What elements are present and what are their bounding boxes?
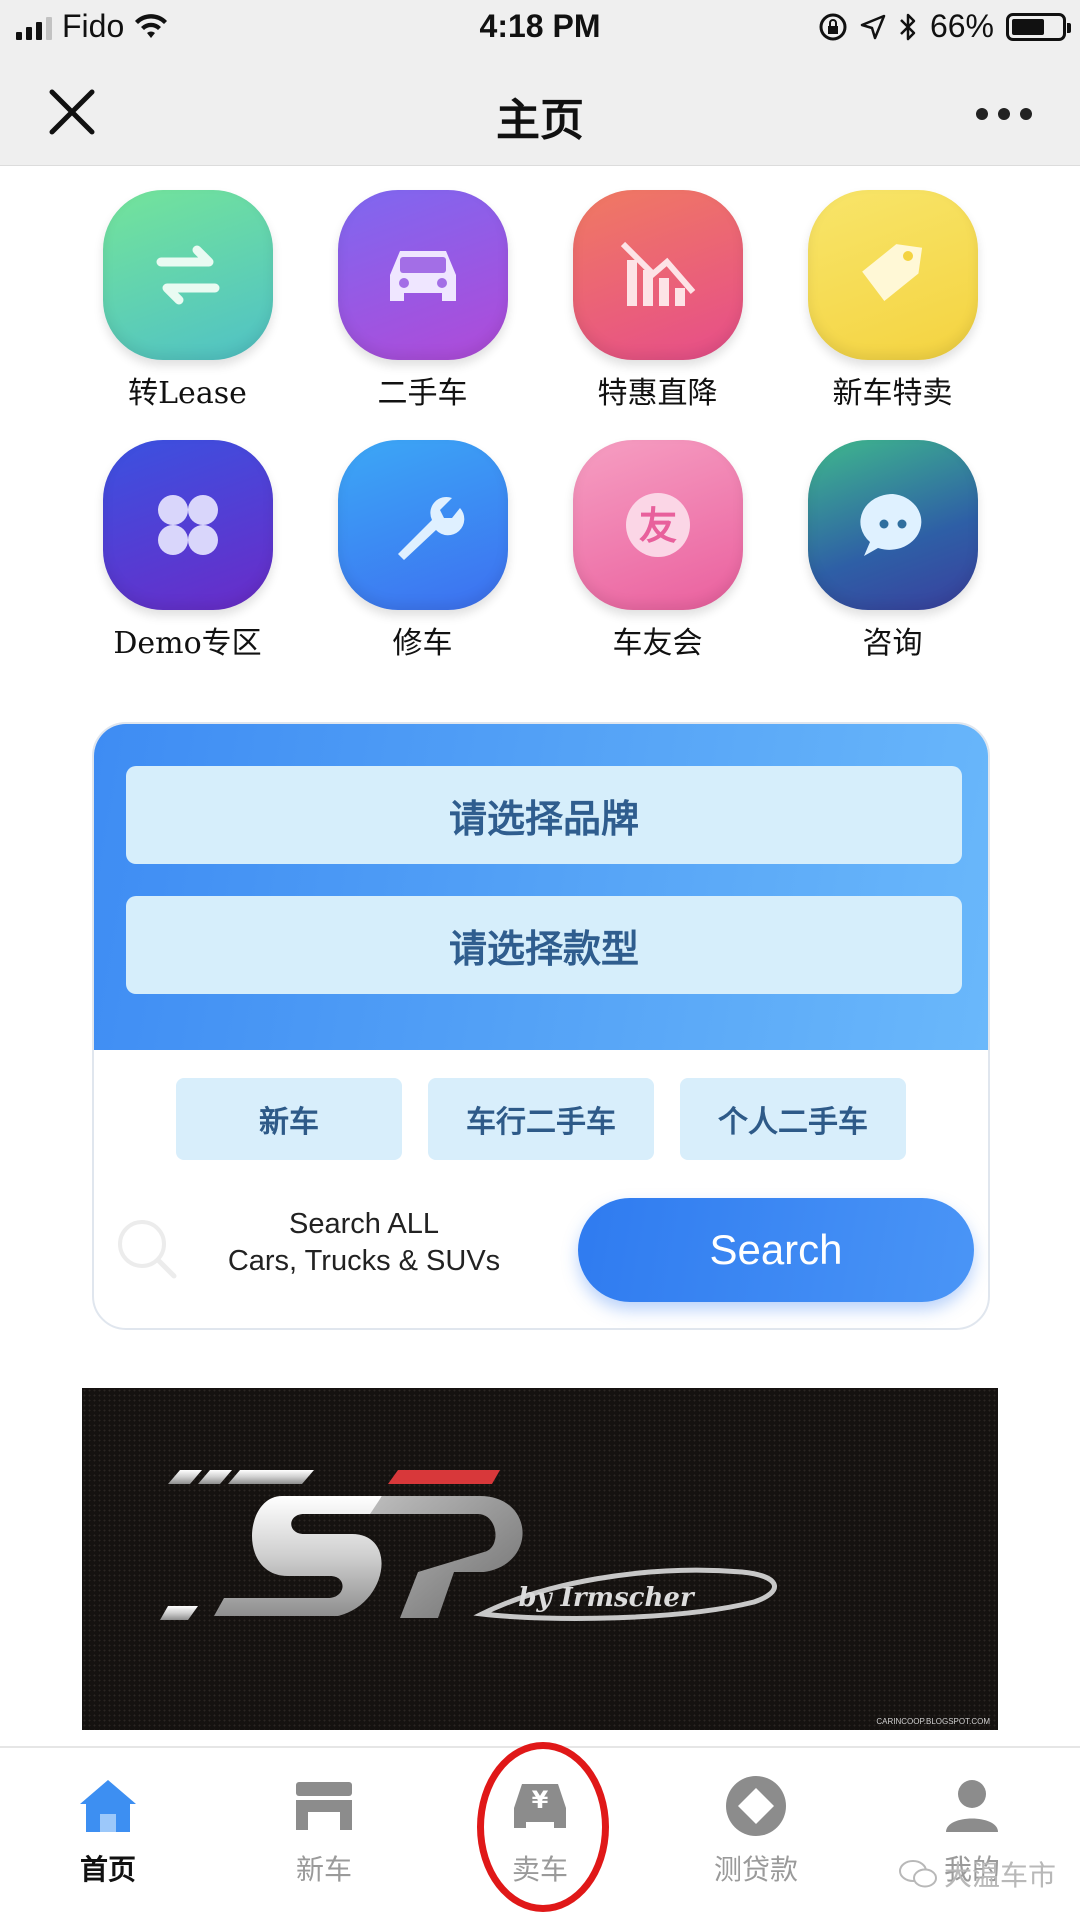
close-icon[interactable] [44,84,100,140]
tile-consult[interactable]: 咨询 [793,440,993,690]
tab-sell-car[interactable]: ¥ 卖车 [432,1748,648,1920]
search-icon [118,1220,177,1279]
tag-icon [807,190,978,360]
signal-icon [16,14,52,40]
banner-credit: CARINCOOP.BLOGSPOT.COM [876,1717,990,1726]
rotation-lock-icon [819,13,847,40]
tile-label: 转Lease [128,376,247,411]
banner-brand-text: by Irmscher [518,1583,696,1613]
location-icon [860,14,886,39]
tile-repair[interactable]: 修车 [323,440,523,690]
tab-label: 卖车 [511,1854,568,1885]
tile-label: 车友会 [612,626,703,661]
battery-icon [1006,12,1071,41]
tile-label: 修车 [392,626,453,661]
status-bar: Fido 4:18 PM 66% [0,0,1080,54]
promo-banner[interactable]: by Irmscher CARINCOOP.BLOGSPOT.COM [82,1388,998,1730]
battery-percent: 66% [929,8,994,44]
swap-arrows-icon [102,190,273,360]
four-leaf-icon [102,440,273,610]
car-type-chips: 新车 车行二手车 个人二手车 [94,1078,988,1160]
search-hint: Search ALL Cars, Trucks & SUVs [194,1206,534,1280]
svg-text:¥: ¥ [532,1786,549,1814]
more-options-icon[interactable] [976,98,1032,130]
chip-private-used-car[interactable]: 个人二手车 [680,1078,906,1160]
search-row: Search ALL Cars, Trucks & SUVs Search [94,1194,988,1304]
search-button[interactable]: Search [578,1198,974,1302]
sr-logo-image: by Irmscher [160,1470,777,1621]
sell-car-icon: ¥ [514,1784,566,1828]
tab-home[interactable]: 首页 [0,1748,216,1920]
chip-new-car[interactable]: 新车 [176,1078,402,1160]
category-grid: 转Lease 二手车 特惠直降 新车特卖 Demo专区 修车 友 车友会 咨询 [0,190,1080,690]
store-icon [296,1782,352,1830]
tile-car-club[interactable]: 友 车友会 [558,440,758,690]
tile-label: Demo专区 [113,626,262,661]
tile-label: 咨询 [862,626,923,661]
search-card-header: 请选择品牌 请选择款型 [94,724,988,1050]
wifi-icon [135,13,168,38]
nav-bar: 主页 [0,54,1080,166]
category-row-2: Demo专区 修车 友 车友会 咨询 [0,440,1080,690]
search-hint-line2: Cars, Trucks & SUVs [227,1245,501,1277]
tile-special-discount[interactable]: 特惠直降 [558,190,758,440]
brand-select[interactable]: 请选择品牌 [126,766,962,864]
bottom-tab-bar: 首页 新车 ¥ 卖车 测贷款 我的 [0,1746,1080,1920]
chip-dealer-used-car[interactable]: 车行二手车 [428,1078,654,1160]
chart-down-icon [572,190,743,360]
tab-label: 首页 [79,1854,136,1885]
category-row-1: 转Lease 二手车 特惠直降 新车特卖 [0,190,1080,440]
svg-text:友: 友 [638,504,676,548]
user-icon [946,1780,998,1832]
tile-label: 二手车 [377,376,468,411]
tab-label: 新车 [295,1854,352,1885]
wrench-icon [337,440,508,610]
chat-bubble-icon [807,440,978,610]
tab-profile[interactable]: 我的 [864,1748,1080,1920]
tab-label: 我的 [943,1854,1000,1885]
diamond-icon [726,1776,786,1836]
bluetooth-icon [900,13,916,40]
tile-lease-transfer[interactable]: 转Lease [88,190,288,440]
car-icon [337,190,508,360]
home-icon [80,1780,136,1832]
search-hint-line1: Search ALL [289,1208,439,1240]
carrier-label: Fido [62,8,125,44]
tab-new-car[interactable]: 新车 [216,1748,432,1920]
friend-icon: 友 [572,440,743,610]
tile-used-car[interactable]: 二手车 [323,190,523,440]
model-select[interactable]: 请选择款型 [126,896,962,994]
tile-label: 特惠直降 [597,376,718,411]
tab-label: 测贷款 [713,1854,798,1885]
tile-label: 新车特卖 [832,376,953,411]
page-title: 主页 [496,96,584,145]
tab-loan-calc[interactable]: 测贷款 [648,1748,864,1920]
tile-demo-zone[interactable]: Demo专区 [88,440,288,690]
tile-new-car-sale[interactable]: 新车特卖 [793,190,993,440]
search-card: 请选择品牌 请选择款型 新车 车行二手车 个人二手车 Search ALL Ca… [92,722,990,1330]
